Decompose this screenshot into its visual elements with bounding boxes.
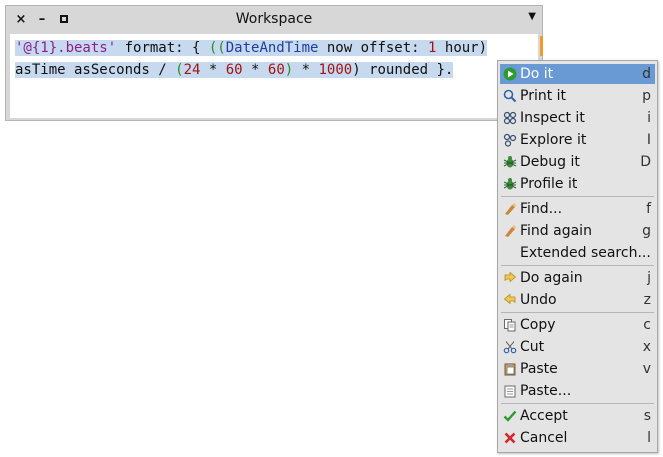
menu-item-shortcut: g: [642, 223, 651, 239]
copy-icon: [503, 318, 517, 332]
menu-item-find[interactable]: Find... f: [500, 199, 655, 219]
menu-item-label: Do again: [520, 270, 583, 286]
code-token: *: [293, 62, 319, 78]
find-again-icon: [503, 224, 517, 238]
window-title: Workspace: [235, 11, 313, 27]
menu-separator: [501, 312, 654, 313]
code-token: format: {: [116, 40, 209, 56]
menu-item-label: Extended search...: [520, 245, 651, 261]
code-token: hour): [436, 40, 488, 56]
menu-item-shortcut: I: [646, 132, 651, 148]
title-bar[interactable]: × – Workspace ▼: [6, 6, 542, 34]
menu-item-label: Cut: [520, 339, 545, 355]
code-token: asTime asSeconds /: [15, 62, 176, 78]
menu-item-shortcut: f: [646, 201, 651, 217]
menu-item-shortcut: c: [643, 317, 651, 333]
menu-item-shortcut: l: [647, 430, 651, 446]
code-text[interactable]: '@{1}.beats' format: { ((DateAndTime now…: [15, 37, 488, 81]
play-icon: [503, 67, 517, 81]
menu-item-profile-it[interactable]: Profile it: [500, 174, 655, 194]
paren-token: ((: [208, 40, 226, 56]
code-editor[interactable]: '@{1}.beats' format: { ((DateAndTime now…: [10, 34, 543, 118]
window-menu-icon[interactable]: ▼: [528, 11, 536, 22]
menu-item-find-again[interactable]: Find again g: [500, 221, 655, 241]
menu-item-inspect-it[interactable]: Inspect it i: [500, 108, 655, 128]
menu-item-shortcut: p: [642, 88, 651, 104]
menu-item-cancel[interactable]: Cancel l: [500, 428, 655, 448]
menu-item-label: Profile it: [520, 176, 578, 192]
menu-item-label: Paste...: [520, 383, 572, 399]
menu-item-paste-list[interactable]: Paste...: [500, 381, 655, 401]
menu-item-label: Undo: [520, 292, 557, 308]
print-icon: [503, 89, 517, 103]
menu-item-debug-it[interactable]: Debug it D: [500, 152, 655, 172]
menu-item-extended-search[interactable]: Extended search...: [500, 243, 655, 263]
paste-list-icon: [503, 384, 517, 398]
menu-item-label: Copy: [520, 317, 556, 333]
number-token: 60: [225, 62, 243, 78]
menu-item-shortcut: d: [642, 66, 651, 82]
cancel-icon: [503, 431, 517, 445]
text-cursor: [540, 36, 543, 56]
menu-item-undo[interactable]: Undo z: [500, 290, 655, 310]
menu-item-explore-it[interactable]: Explore it I: [500, 130, 655, 150]
find-icon: [503, 202, 517, 216]
menu-item-do-it[interactable]: Do it d: [500, 64, 655, 84]
menu-item-label: Print it: [520, 88, 567, 104]
menu-item-cut[interactable]: Cut x: [500, 337, 655, 357]
menu-item-do-again[interactable]: Do again j: [500, 268, 655, 288]
code-token: *: [200, 62, 226, 78]
class-token: DateAndTime: [225, 40, 319, 56]
menu-item-shortcut: z: [643, 292, 651, 308]
string-literal: '@{1}.beats': [15, 40, 117, 56]
debug-icon: [503, 155, 517, 169]
code-line-2: asTime asSeconds / (24 * 60 * 60) * 1000…: [15, 59, 487, 81]
menu-item-shortcut: v: [642, 361, 651, 377]
paren-token: (: [175, 62, 184, 78]
menu-item-label: Find again: [520, 223, 592, 239]
menu-item-label: Accept: [520, 408, 568, 424]
menu-item-shortcut: D: [640, 154, 651, 170]
menu-separator: [501, 265, 654, 266]
menu-item-copy[interactable]: Copy c: [500, 315, 655, 335]
explore-icon: [503, 133, 517, 147]
code-token: now offset:: [318, 40, 429, 56]
code-token: ) rounded }.: [352, 62, 454, 78]
menu-item-label: Cancel: [520, 430, 568, 446]
undo-icon: [503, 293, 517, 307]
menu-item-shortcut: i: [647, 110, 651, 126]
paren-token: ): [284, 62, 294, 78]
inspect-icon: [503, 111, 517, 125]
menu-item-shortcut: x: [642, 339, 651, 355]
code-line-1: '@{1}.beats' format: { ((DateAndTime now…: [15, 37, 488, 59]
menu-item-label: Debug it: [520, 154, 580, 170]
menu-item-label: Explore it: [520, 132, 587, 148]
context-menu: Do it d Print it p Inspect it i Explore …: [497, 60, 658, 453]
number-token: 60: [267, 62, 285, 78]
cut-icon: [503, 340, 517, 354]
code-token: *: [242, 62, 268, 78]
redo-icon: [503, 271, 517, 285]
menu-separator: [501, 196, 654, 197]
menu-item-accept[interactable]: Accept s: [500, 406, 655, 426]
menu-item-label: Inspect it: [520, 110, 585, 126]
accept-icon: [503, 409, 517, 423]
menu-item-label: Find...: [520, 201, 563, 217]
workspace-window: × – Workspace ▼ '@{1}.beats' format: { (…: [5, 5, 543, 121]
menu-item-label: Do it: [520, 66, 554, 82]
paste-icon: [503, 362, 517, 376]
number-token: 24: [183, 62, 201, 78]
menu-separator: [501, 403, 654, 404]
number-token: 1000: [318, 62, 353, 78]
menu-item-paste[interactable]: Paste v: [500, 359, 655, 379]
profile-icon: [503, 177, 517, 191]
menu-item-label: Paste: [520, 361, 558, 377]
menu-item-shortcut: j: [647, 270, 651, 286]
menu-item-print-it[interactable]: Print it p: [500, 86, 655, 106]
menu-item-shortcut: s: [643, 408, 651, 424]
